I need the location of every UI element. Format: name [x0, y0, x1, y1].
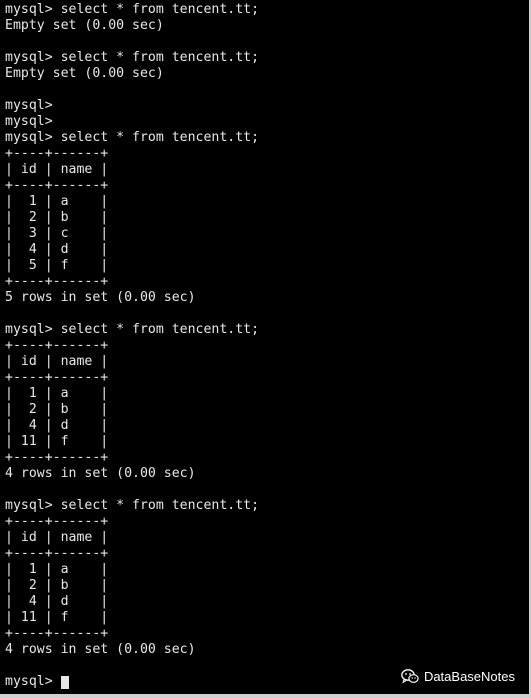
terminal-window[interactable]: mysql> select * from tencent.tt; Empty se…: [0, 0, 531, 698]
terminal-line: | 4 | d |: [5, 242, 109, 257]
terminal-line: | 2 | b |: [5, 402, 109, 417]
terminal-line: | id | name |: [5, 162, 109, 177]
terminal-line: mysql> select * from tencent.tt;: [5, 2, 260, 17]
text-cursor: [60, 675, 69, 689]
watermark-text: DataBaseNotes: [423, 669, 515, 684]
terminal-line: mysql>: [5, 98, 53, 113]
terminal-line: +----+------+: [5, 178, 109, 193]
terminal-line: mysql> select * from tencent.tt;: [5, 322, 260, 337]
prompt-text: mysql>: [5, 674, 61, 689]
wechat-icon: [401, 669, 419, 684]
terminal-line: | 2 | b |: [5, 210, 109, 225]
terminal-line: | 4 | d |: [5, 594, 109, 609]
terminal-line: | 4 | d |: [5, 418, 109, 433]
terminal-line: 5 rows in set (0.00 sec): [5, 290, 196, 305]
terminal-line: +----+------+: [5, 450, 109, 465]
terminal-line: +----+------+: [5, 146, 109, 161]
terminal-line: +----+------+: [5, 514, 109, 529]
terminal-line: mysql> select * from tencent.tt;: [5, 50, 260, 65]
terminal-line: +----+------+: [5, 626, 109, 641]
terminal-line: +----+------+: [5, 546, 109, 561]
terminal-line: 4 rows in set (0.00 sec): [5, 466, 196, 481]
terminal-line: 4 rows in set (0.00 sec): [5, 642, 196, 657]
terminal-line: Empty set (0.00 sec): [5, 66, 164, 81]
terminal-line: | 2 | b |: [5, 578, 109, 593]
terminal-line: Empty set (0.00 sec): [5, 18, 164, 33]
terminal-line: | 3 | c |: [5, 226, 109, 241]
terminal-line: | id | name |: [5, 354, 109, 369]
terminal-output: mysql> select * from tencent.tt; Empty se…: [5, 2, 531, 674]
terminal-line: | 11 | f |: [5, 610, 109, 625]
terminal-line: | id | name |: [5, 530, 109, 545]
watermark: DataBaseNotes: [401, 669, 515, 684]
terminal-line: | 1 | a |: [5, 562, 109, 577]
terminal-line: | 1 | a |: [5, 194, 109, 209]
terminal-line: +----+------+: [5, 370, 109, 385]
terminal-line: mysql>: [5, 114, 53, 129]
terminal-line: mysql> select * from tencent.tt;: [5, 498, 260, 513]
terminal-line: | 1 | a |: [5, 386, 109, 401]
terminal-line: mysql> select * from tencent.tt;: [5, 130, 260, 145]
terminal-line: +----+------+: [5, 338, 109, 353]
terminal-line: +----+------+: [5, 274, 109, 289]
terminal-line: | 5 | f |: [5, 258, 109, 273]
scrollbar-horizontal[interactable]: [0, 694, 531, 698]
terminal-line: | 11 | f |: [5, 434, 109, 449]
